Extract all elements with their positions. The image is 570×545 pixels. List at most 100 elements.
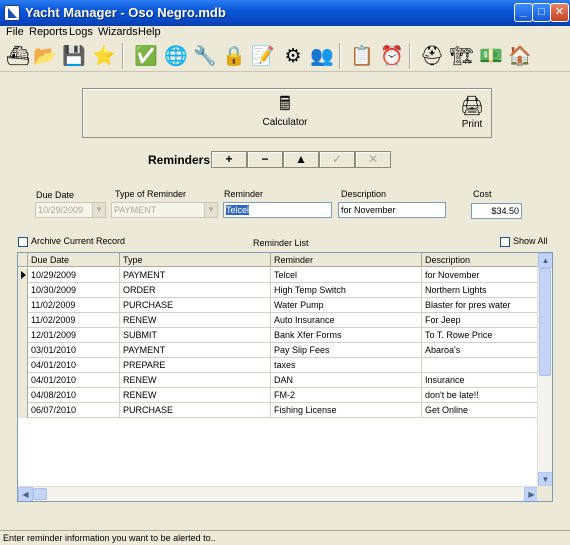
cell-reminder[interactable]: Pay Slip Fees [271, 343, 422, 358]
clock-button[interactable]: ⏰ [378, 42, 406, 70]
add-button[interactable]: + [211, 151, 247, 168]
row-selector[interactable] [18, 298, 28, 313]
cancel-button[interactable]: ✕ [355, 151, 391, 168]
cell-description[interactable] [422, 358, 538, 373]
cell-description[interactable]: To T. Rowe Price [422, 328, 538, 343]
vertical-scrollbar[interactable]: ▲ ▼ [537, 253, 552, 487]
cell-reminder[interactable]: Auto Insurance [271, 313, 422, 328]
minimize-button[interactable]: _ [514, 3, 533, 22]
due-date-field[interactable]: 10/29/2009 ▼ [35, 202, 106, 218]
cell-description[interactable]: Blaster for pres water [422, 298, 538, 313]
scroll-left-icon[interactable]: ◀ [18, 487, 33, 501]
cell-type[interactable]: PURCHASE [120, 298, 271, 313]
money-button[interactable]: 💵 [477, 42, 505, 70]
cell-type[interactable]: PAYMENT [120, 268, 271, 283]
cell-due-date[interactable]: 11/02/2009 [28, 313, 120, 328]
cell-reminder[interactable]: Bank Xfer Forms [271, 328, 422, 343]
menu-reports[interactable]: Reports [29, 26, 68, 38]
horizontal-scrollbar[interactable]: ◀ ▶ [18, 486, 539, 501]
cell-type[interactable]: PURCHASE [120, 403, 271, 418]
description-input[interactable]: for November [338, 202, 446, 218]
lock-button[interactable]: 🔒 [220, 42, 248, 70]
cell-due-date[interactable]: 04/08/2010 [28, 388, 120, 403]
star-button[interactable]: ⭐ [90, 42, 118, 70]
horizontal-scroll-thumb[interactable] [33, 488, 47, 500]
cell-type[interactable]: ORDER [120, 283, 271, 298]
chevron-down-icon[interactable]: ▼ [204, 203, 217, 217]
cell-type[interactable]: PAYMENT [120, 343, 271, 358]
menu-file[interactable]: File [6, 26, 24, 38]
table-row[interactable]: 10/30/2009 ORDER High Temp Switch Northern … [18, 283, 538, 298]
table-row[interactable]: 11/02/2009 RENEW Auto Insurance For Jeep [18, 313, 538, 328]
cell-description[interactable]: don't be late!! [422, 388, 538, 403]
row-selector[interactable] [18, 328, 28, 343]
cell-reminder[interactable]: Fishing License [271, 403, 422, 418]
table-row[interactable]: 06/07/2010 PURCHASE Fishing License Get Onl… [18, 403, 538, 418]
table-row[interactable]: 04/01/2010 PREPARE taxes [18, 358, 538, 373]
cell-description[interactable]: Abaroa's [422, 343, 538, 358]
column-header-description[interactable]: Description [422, 253, 538, 267]
cell-reminder[interactable]: DAN [271, 373, 422, 388]
cell-due-date[interactable]: 04/01/2010 [28, 358, 120, 373]
cell-description[interactable]: Northern Lights [422, 283, 538, 298]
menu-wizards[interactable]: Wizards [98, 26, 138, 38]
row-selector[interactable] [18, 283, 28, 298]
cell-type[interactable]: RENEW [120, 373, 271, 388]
row-selector[interactable] [18, 343, 28, 358]
cell-type[interactable]: RENEW [120, 388, 271, 403]
row-selector[interactable] [18, 388, 28, 403]
cell-description[interactable]: Get Online [422, 403, 538, 418]
show-all-checkbox[interactable] [500, 237, 510, 247]
column-header-reminder[interactable]: Reminder [271, 253, 422, 267]
vertical-scroll-thumb[interactable] [539, 268, 551, 376]
row-selector[interactable] [18, 358, 28, 373]
table-row[interactable]: 04/08/2010 RENEW FM-2 don't be late!! [18, 388, 538, 403]
engine-button[interactable]: ⚙ [279, 42, 307, 70]
cost-input[interactable]: $34.50 [471, 203, 522, 219]
archive-checkbox[interactable] [18, 237, 28, 247]
cell-reminder[interactable]: High Temp Switch [271, 283, 422, 298]
row-selector[interactable] [18, 313, 28, 328]
cell-due-date[interactable]: 06/07/2010 [28, 403, 120, 418]
row-selector[interactable] [18, 403, 28, 418]
cell-due-date[interactable]: 11/02/2009 [28, 298, 120, 313]
row-selector[interactable] [18, 373, 28, 388]
table-row[interactable]: 10/29/2009 PAYMENT Telcel for November [18, 268, 538, 283]
checklist-button[interactable]: ✅ [132, 42, 160, 70]
cell-reminder[interactable]: Telcel [271, 268, 422, 283]
tools-button[interactable]: 🔧 [191, 42, 219, 70]
dock-button[interactable]: 🏗 [448, 42, 476, 70]
row-selector[interactable] [18, 268, 28, 283]
cell-due-date[interactable]: 03/01/2010 [28, 343, 120, 358]
cell-due-date[interactable]: 10/29/2009 [28, 268, 120, 283]
cell-description[interactable]: Insurance [422, 373, 538, 388]
clipboard-button[interactable]: 📋 [348, 42, 376, 70]
globe-button[interactable]: 🌐 [162, 42, 190, 70]
delete-button[interactable]: − [247, 151, 283, 168]
print-button[interactable]: 🖨 Print [455, 95, 489, 130]
cell-type[interactable]: PREPARE [120, 358, 271, 373]
maximize-button[interactable]: □ [532, 3, 551, 22]
table-row[interactable]: 11/02/2009 PURCHASE Water Pump Blaster for … [18, 298, 538, 313]
cell-due-date[interactable]: 04/01/2010 [28, 373, 120, 388]
cell-due-date[interactable]: 12/01/2009 [28, 328, 120, 343]
confirm-button[interactable]: ✓ [319, 151, 355, 168]
house-button[interactable]: 🏠 [506, 42, 534, 70]
notes-button[interactable]: 📝 [249, 42, 277, 70]
column-header-type[interactable]: Type [120, 253, 271, 267]
cell-due-date[interactable]: 10/30/2009 [28, 283, 120, 298]
table-row[interactable]: 04/01/2010 RENEW DAN Insurance [18, 373, 538, 388]
folder-button[interactable]: 📂 [31, 42, 59, 70]
chevron-down-icon[interactable]: ▼ [92, 203, 105, 217]
boat-button[interactable]: ⛴ [4, 42, 32, 70]
people-button[interactable]: 👥 [308, 42, 336, 70]
cell-description[interactable]: for November [422, 268, 538, 283]
close-button[interactable]: ✕ [550, 3, 569, 22]
cell-reminder[interactable]: Water Pump [271, 298, 422, 313]
scroll-up-icon[interactable]: ▲ [538, 253, 552, 268]
up-button[interactable]: ▲ [283, 151, 319, 168]
lifebuoy-button[interactable]: ⛑ [418, 42, 446, 70]
type-dropdown[interactable]: PAYMENT ▼ [111, 202, 218, 218]
cell-description[interactable]: For Jeep [422, 313, 538, 328]
menu-logs[interactable]: Logs [69, 26, 93, 38]
